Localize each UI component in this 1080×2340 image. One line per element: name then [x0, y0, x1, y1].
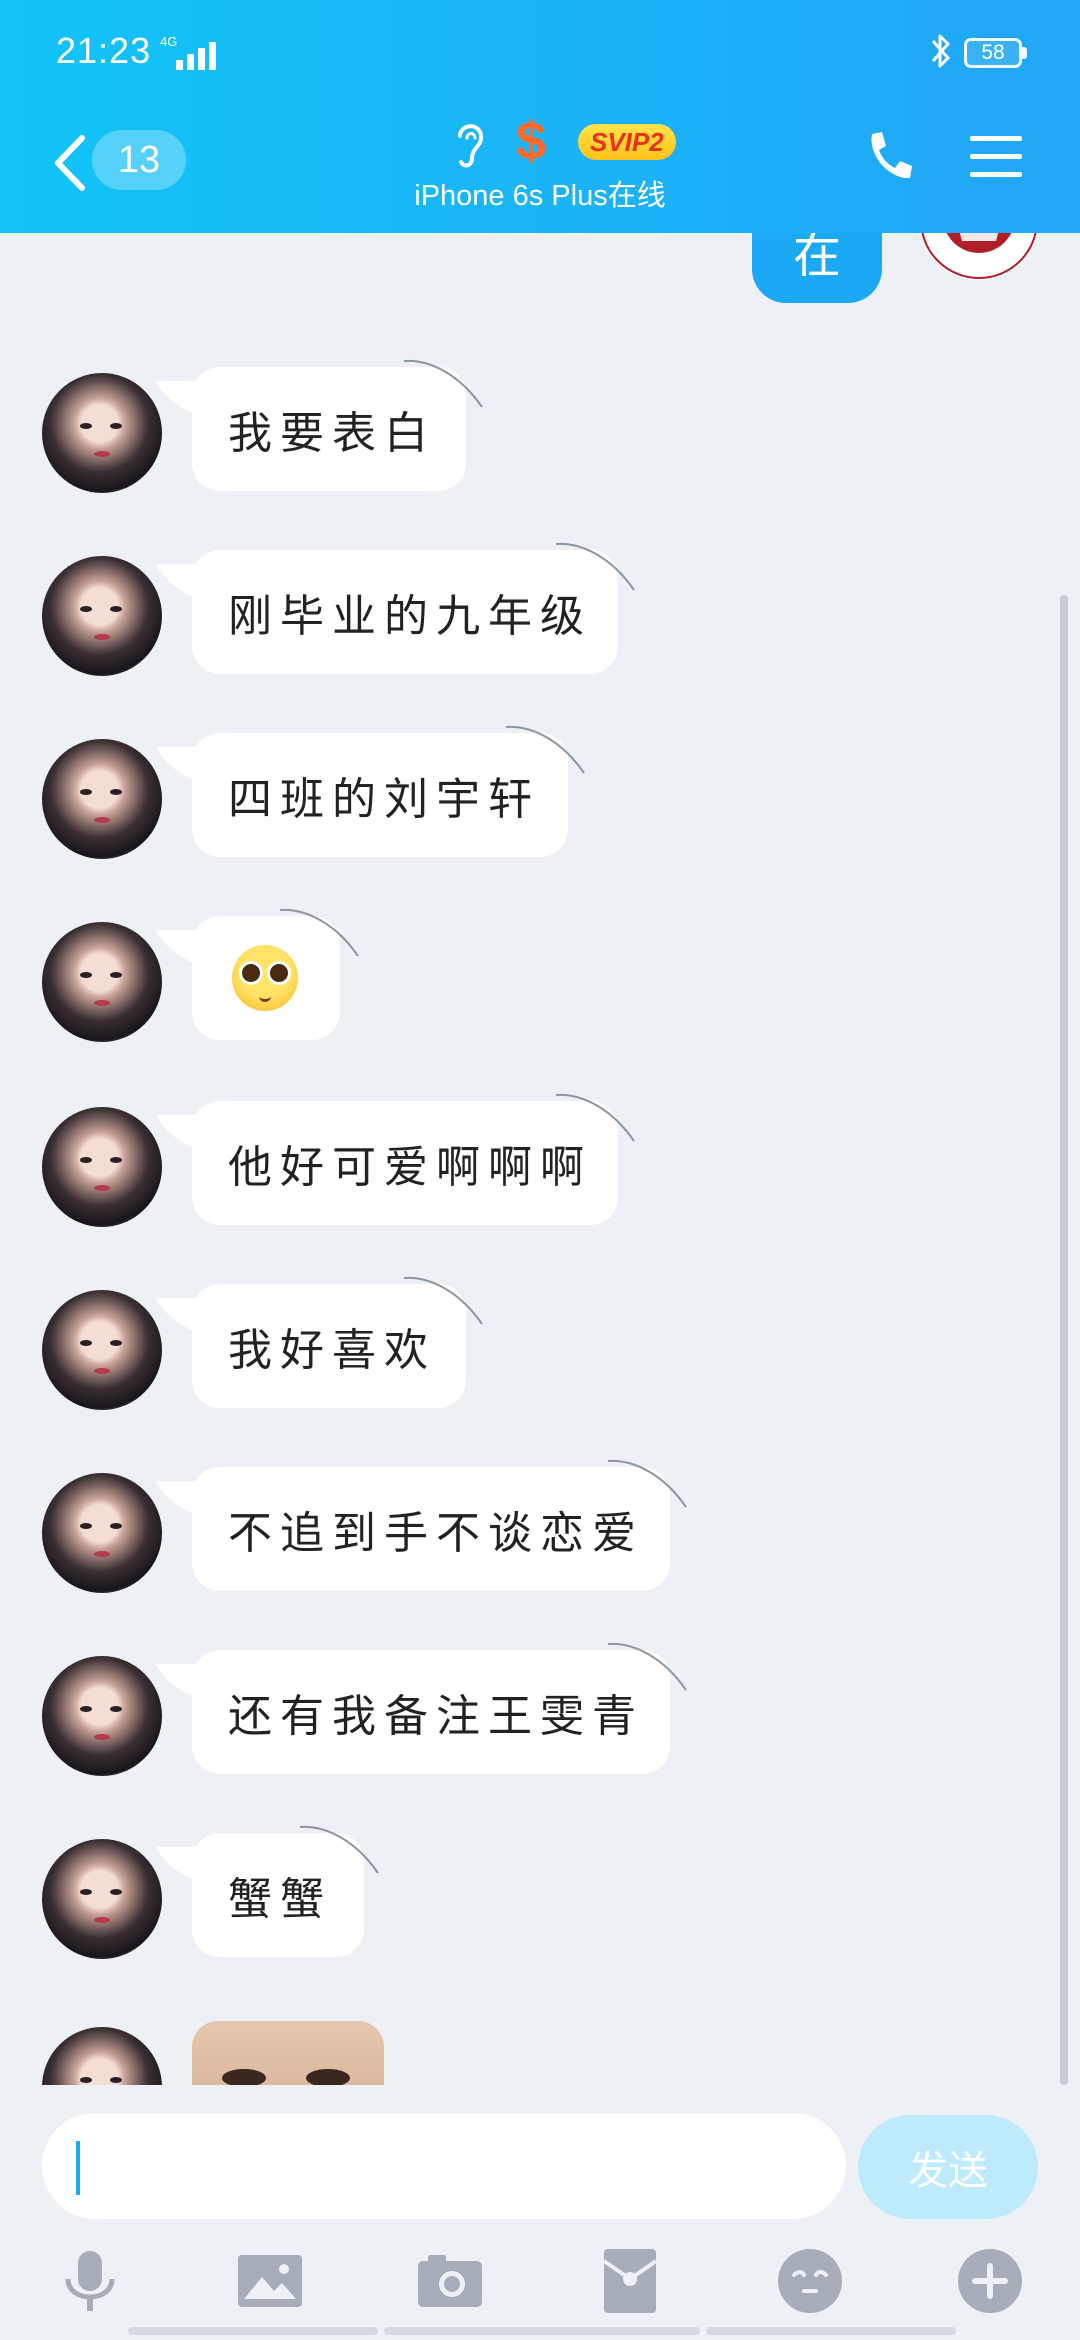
input-toolbar	[0, 2245, 1080, 2325]
message-text: 刚毕业的九年级	[228, 591, 592, 642]
contact-avatar[interactable]	[42, 1290, 162, 1410]
bubble-decoration	[607, 1642, 687, 1691]
photo-message[interactable]	[192, 2021, 384, 2085]
message-text: 还有我备注王雯青	[228, 1691, 644, 1742]
received-message-row: 刚毕业的九年级	[0, 542, 1080, 680]
bubble-decoration	[555, 1093, 635, 1142]
contact-avatar[interactable]	[42, 1839, 162, 1959]
sent-message-bubble[interactable]: 在	[752, 233, 882, 303]
contact-avatar[interactable]	[42, 739, 162, 859]
image-icon[interactable]	[234, 2245, 306, 2317]
phone-icon[interactable]	[862, 128, 914, 184]
battery-tip	[1022, 47, 1027, 59]
microphone-icon[interactable]	[54, 2245, 126, 2317]
title-bar: 13 $ SVIP2 iPhone 6s Plus在线	[0, 108, 1080, 233]
received-message-row: 蟹蟹	[0, 1825, 1080, 1963]
signal-icon: 4G	[158, 34, 224, 74]
received-message-row: 不追到手不谈恋爱	[0, 1459, 1080, 1597]
contact-avatar[interactable]	[42, 2027, 162, 2085]
message-input-bar: 发送	[0, 2085, 1080, 2340]
battery-level: 58	[981, 41, 1005, 64]
red-packet-icon[interactable]	[594, 2245, 666, 2317]
dollar-icon[interactable]: $	[516, 110, 546, 172]
sent-message-row: 在	[0, 233, 1080, 343]
received-message-row: 还有我备注王雯青	[0, 1642, 1080, 1780]
status-time: 21:23	[56, 30, 152, 71]
unread-count-badge[interactable]: 13	[92, 130, 186, 190]
camera-icon[interactable]	[414, 2245, 486, 2317]
received-message-row: 他好可爱啊啊啊	[0, 1093, 1080, 1231]
text-caret	[76, 2141, 80, 2195]
contact-avatar[interactable]	[42, 556, 162, 676]
message-bubble[interactable]: 不追到手不谈恋爱	[192, 1467, 670, 1591]
chat-message-list[interactable]: 在 我要表白 刚毕业的九年级 四班的刘宇轩 他好可爱啊啊啊 我好喜欢 不追到手不…	[0, 233, 1080, 2085]
bluetooth-icon	[931, 34, 950, 68]
online-status: iPhone 6s Plus在线	[414, 180, 666, 212]
bubble-decoration	[279, 908, 359, 957]
message-input[interactable]	[42, 2113, 846, 2219]
received-message-row	[0, 2021, 1080, 2085]
back-chevron-icon[interactable]	[46, 128, 96, 198]
my-avatar[interactable]	[916, 233, 1042, 283]
chat-scrollbar[interactable]	[1060, 595, 1068, 2085]
message-text: 不追到手不谈恋爱	[228, 1508, 644, 1559]
bubble-decoration	[299, 1825, 379, 1874]
received-message-row: 我要表白	[0, 359, 1080, 497]
unread-count: 13	[117, 138, 161, 181]
emoji-icon[interactable]	[774, 2245, 846, 2317]
contact-avatar[interactable]	[42, 1107, 162, 1227]
contact-avatar[interactable]	[42, 1656, 162, 1776]
message-text: 四班的刘宇轩	[228, 774, 540, 825]
ear-icon[interactable]	[448, 116, 490, 172]
chat-header: 21:23 4G 58 13 $ SVIP2 iPhone 6s Plus在线	[0, 0, 1080, 233]
network-type: 4G	[160, 34, 178, 49]
received-message-row: 四班的刘宇轩	[0, 725, 1080, 863]
plus-icon[interactable]	[954, 2245, 1026, 2317]
status-bar: 21:23 4G 58	[0, 0, 1080, 108]
battery-icon: 58	[964, 38, 1022, 68]
contact-avatar[interactable]	[42, 922, 162, 1042]
message-text: 他好可爱啊啊啊	[228, 1142, 592, 1193]
svip-badge: SVIP2	[578, 124, 676, 160]
send-button[interactable]: 发送	[858, 2115, 1038, 2219]
contact-avatar[interactable]	[42, 1473, 162, 1593]
bubble-decoration	[403, 1276, 483, 1325]
sent-message-text: 在	[792, 233, 841, 284]
received-message-row: 我好喜欢	[0, 1276, 1080, 1414]
bubble-decoration	[403, 359, 483, 408]
menu-icon[interactable]	[970, 134, 1022, 180]
message-bubble[interactable]: 还有我备注王雯青	[192, 1650, 670, 1774]
bubble-decoration	[505, 725, 585, 774]
bottom-gesture-bar	[0, 2327, 1080, 2340]
received-message-row	[0, 908, 1080, 1046]
bubble-decoration	[555, 542, 635, 591]
bubble-decoration	[607, 1459, 687, 1508]
contact-avatar[interactable]	[42, 373, 162, 493]
